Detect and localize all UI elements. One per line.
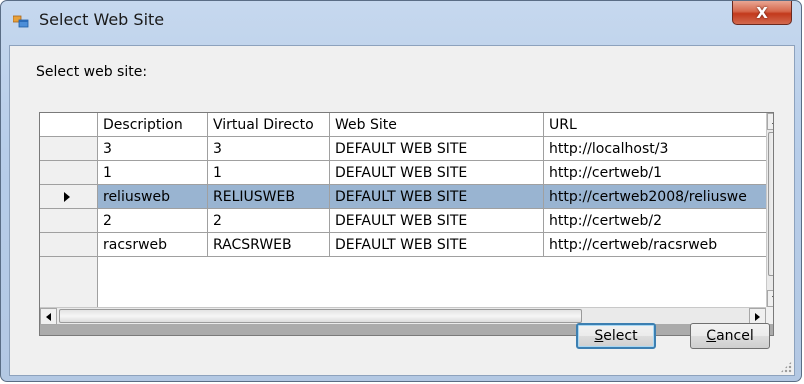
table-row[interactable]: 2 2 DEFAULT WEB SITE http://certweb/2 [40,209,768,233]
grid-viewport: Description Virtual Directo Web Site URL… [40,113,768,307]
cancel-mnemonic: C [706,328,717,344]
cell-description[interactable]: racsrweb [98,233,208,257]
horizontal-scrollbar[interactable] [40,307,766,325]
cell-virtual-directory[interactable]: 1 [208,161,330,185]
dialog-window: Select Web Site X Select web site: Descr… [0,0,802,382]
row-selector[interactable] [40,209,98,233]
cell-virtual-directory[interactable]: RACSRWEB [208,233,330,257]
cell-web-site[interactable]: DEFAULT WEB SITE [330,209,544,233]
cell-url[interactable]: http://certweb/2 [544,209,768,233]
vertical-scrollbar[interactable] [766,113,773,307]
cell-web-site[interactable]: DEFAULT WEB SITE [330,185,544,209]
cell-url[interactable]: http://certweb/1 [544,161,768,185]
select-button[interactable]: Select [576,323,656,349]
close-button[interactable]: X [732,1,792,25]
cancel-label-rest: ancel [716,328,754,344]
scrollbar-corner [766,307,773,324]
grid-corner-header [40,113,98,137]
empty-row-header-area [40,257,98,307]
cell-virtual-directory[interactable]: 3 [208,137,330,161]
cell-description[interactable]: 2 [98,209,208,233]
dialog-body: Select web site: Description Virtual Dir… [9,45,795,376]
cell-url[interactable]: http://localhost/3 [544,137,768,161]
cell-description[interactable]: 1 [98,161,208,185]
cell-virtual-directory[interactable]: RELIUSWEB [208,185,330,209]
cell-virtual-directory[interactable]: 2 [208,209,330,233]
scroll-left-button[interactable] [40,308,57,325]
app-window-icon [13,15,29,28]
arrow-right-icon [755,312,760,321]
cell-url[interactable]: http://certweb2008/reliuswe [544,185,768,209]
select-mnemonic: S [594,328,604,344]
grid-header-row: Description Virtual Directo Web Site URL [40,113,768,137]
row-selector[interactable] [40,233,98,257]
scroll-down-button[interactable] [767,290,773,307]
window-title: Select Web Site [39,10,165,29]
select-label-rest: elect [603,328,638,344]
arrow-down-icon [771,296,773,301]
cancel-button-label: Cancel [706,328,753,344]
row-selector[interactable] [40,137,98,161]
scroll-up-button[interactable] [767,113,773,130]
column-header-description[interactable]: Description [98,113,208,137]
cell-url[interactable]: http://certweb/racsrweb [544,233,768,257]
title-bar[interactable]: Select Web Site X [1,1,801,39]
column-header-url[interactable]: URL [544,113,768,137]
row-selector[interactable] [40,161,98,185]
horizontal-scroll-thumb[interactable] [59,309,582,323]
table-row[interactable]: 1 1 DEFAULT WEB SITE http://certweb/1 [40,161,768,185]
cancel-button[interactable]: Cancel [690,323,770,349]
cell-web-site[interactable]: DEFAULT WEB SITE [330,137,544,161]
vertical-scroll-thumb[interactable] [768,132,773,276]
column-header-web-site[interactable]: Web Site [330,113,544,137]
cell-description[interactable]: reliusweb [98,185,208,209]
table-row[interactable]: 3 3 DEFAULT WEB SITE http://localhost/3 [40,137,768,161]
close-icon: X [756,3,768,22]
arrow-left-icon [46,312,51,321]
select-web-site-label: Select web site: [36,64,148,80]
current-row-arrow-icon [64,192,70,202]
table-row-selected[interactable]: reliusweb RELIUSWEB DEFAULT WEB SITE htt… [40,185,768,209]
table-row[interactable]: racsrweb RACSRWEB DEFAULT WEB SITE http:… [40,233,768,257]
select-button-label: Select [594,328,637,344]
cell-description[interactable]: 3 [98,137,208,161]
web-site-grid[interactable]: Description Virtual Directo Web Site URL… [39,112,774,336]
cell-web-site[interactable]: DEFAULT WEB SITE [330,161,544,185]
column-header-virtual-directory[interactable]: Virtual Directo [208,113,330,137]
cell-web-site[interactable]: DEFAULT WEB SITE [330,233,544,257]
row-selector[interactable] [40,185,98,209]
arrow-up-icon [771,119,773,124]
resize-grip-icon[interactable] [780,361,792,373]
